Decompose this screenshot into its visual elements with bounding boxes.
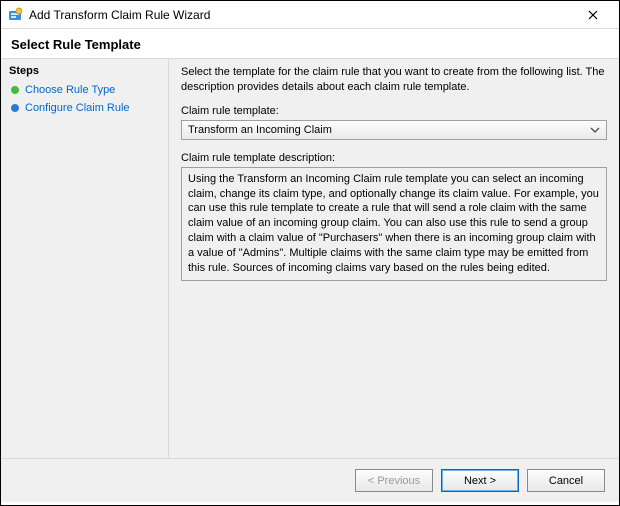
next-button[interactable]: Next > <box>441 469 519 492</box>
template-description: Using the Transform an Incoming Claim ru… <box>181 167 607 281</box>
select-value: Transform an Incoming Claim <box>188 124 332 136</box>
window-title: Add Transform Claim Rule Wizard <box>29 8 210 22</box>
step-label: Configure Claim Rule <box>25 102 130 114</box>
claim-rule-template-select[interactable]: Transform an Incoming Claim <box>181 120 607 140</box>
step-label: Choose Rule Type <box>25 84 115 96</box>
app-icon <box>7 7 23 23</box>
template-label: Claim rule template: <box>181 105 607 117</box>
chevron-down-icon <box>588 123 602 137</box>
step-configure-claim-rule[interactable]: Configure Claim Rule <box>9 99 160 117</box>
previous-button: < Previous <box>355 469 433 492</box>
step-bullet-pending-icon <box>11 104 19 112</box>
close-button[interactable] <box>573 1 613 29</box>
page-heading: Select Rule Template <box>1 29 619 58</box>
button-label: < Previous <box>368 475 420 487</box>
button-label: Cancel <box>549 475 583 487</box>
footer-bar: < Previous Next > Cancel <box>1 458 619 502</box>
content-area: Steps Choose Rule Type Configure Claim R… <box>1 59 619 458</box>
title-bar: Add Transform Claim Rule Wizard <box>1 1 619 29</box>
cancel-button[interactable]: Cancel <box>527 469 605 492</box>
main-panel: Select the template for the claim rule t… <box>169 59 619 458</box>
description-label: Claim rule template description: <box>181 152 607 164</box>
step-bullet-active-icon <box>11 86 19 94</box>
step-choose-rule-type[interactable]: Choose Rule Type <box>9 81 160 99</box>
steps-sidebar: Steps Choose Rule Type Configure Claim R… <box>1 59 169 458</box>
intro-text: Select the template for the claim rule t… <box>181 65 607 95</box>
button-label: Next > <box>464 475 496 487</box>
close-icon <box>588 10 598 20</box>
steps-header: Steps <box>9 65 160 77</box>
